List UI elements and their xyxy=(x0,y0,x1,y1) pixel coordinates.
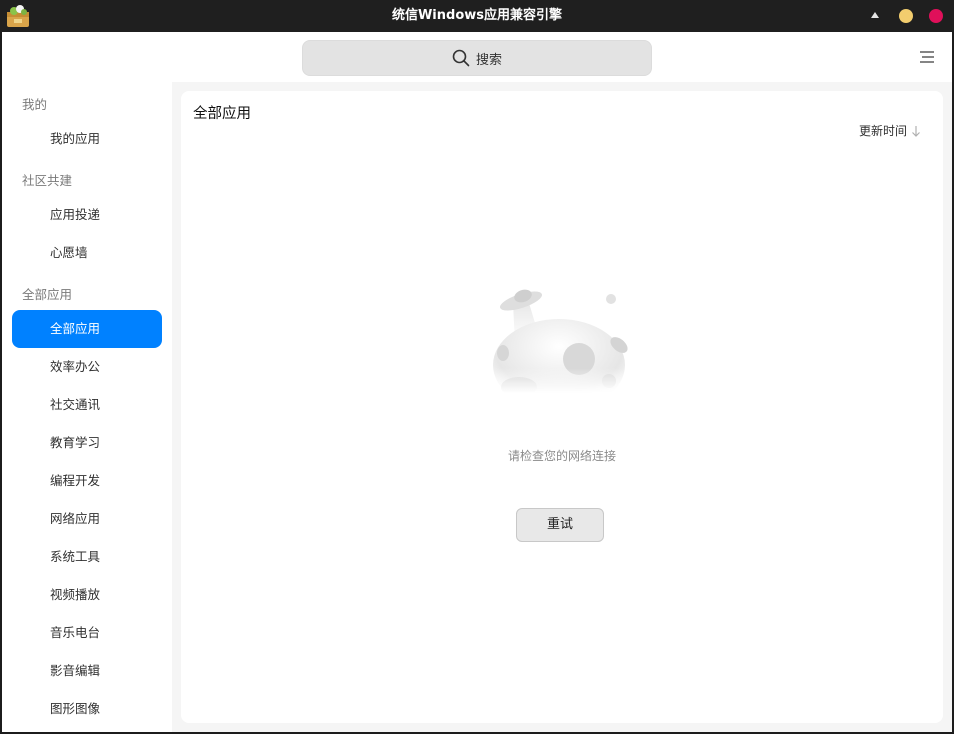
search-icon xyxy=(452,49,470,67)
no-network-illustration-icon xyxy=(489,289,639,393)
sidebar-item-system-tools[interactable]: 系统工具 xyxy=(12,538,162,576)
sort-by-update-time[interactable]: 更新时间 xyxy=(859,122,921,139)
window-menu-icon[interactable] xyxy=(871,12,879,18)
sidebar-item-video[interactable]: 视频播放 xyxy=(12,576,162,614)
sidebar-item-network[interactable]: 网络应用 xyxy=(12,500,162,538)
title-bar[interactable]: 统信Windows应用兼容引擎 xyxy=(0,0,954,32)
app-window: 统信Windows应用兼容引擎 搜索 我的 我的应用 社区共建 应用投递 心愿墙… xyxy=(0,0,954,734)
sidebar-item-office[interactable]: 效率办公 xyxy=(12,348,162,386)
group-title-all-apps: 全部应用 xyxy=(22,287,73,302)
sidebar-item-av-edit[interactable]: 影音编辑 xyxy=(12,652,162,690)
sidebar-item-wishlist[interactable]: 心愿墙 xyxy=(12,234,162,272)
retry-button[interactable]: 重试 xyxy=(516,508,604,542)
sidebar: 我的 我的应用 社区共建 应用投递 心愿墙 全部应用 全部应用 效率办公 社交通… xyxy=(2,82,172,732)
sidebar-item-social[interactable]: 社交通讯 xyxy=(12,386,162,424)
sidebar-item-all-apps[interactable]: 全部应用 xyxy=(12,310,162,348)
sidebar-item-graphics[interactable]: 图形图像 xyxy=(12,690,162,728)
group-title-mine: 我的 xyxy=(22,97,48,112)
page-title: 全部应用 xyxy=(193,106,251,122)
sort-label: 更新时间 xyxy=(859,124,908,138)
network-error-message: 请检查您的网络连接 xyxy=(507,449,616,463)
sidebar-item-my-apps[interactable]: 我的应用 xyxy=(12,120,162,158)
sidebar-item-music[interactable]: 音乐电台 xyxy=(12,614,162,652)
arrow-down-icon xyxy=(912,125,920,137)
sidebar-item-app-submit[interactable]: 应用投递 xyxy=(12,196,162,234)
sidebar-item-programming[interactable]: 编程开发 xyxy=(12,462,162,500)
top-bar: 搜索 xyxy=(2,32,952,82)
search-input[interactable]: 搜索 xyxy=(302,40,652,76)
search-placeholder: 搜索 xyxy=(475,52,502,68)
hamburger-menu-icon[interactable] xyxy=(920,51,934,63)
close-button[interactable] xyxy=(929,9,943,23)
window-title: 统信Windows应用兼容引擎 xyxy=(391,8,563,23)
main-panel: 全部应用 更新时间 请检查您的网络连接 重试 xyxy=(181,91,943,723)
group-title-community: 社区共建 xyxy=(22,173,73,188)
minimize-button[interactable] xyxy=(899,9,913,23)
client-area: 搜索 我的 我的应用 社区共建 应用投递 心愿墙 全部应用 全部应用 效率办公 … xyxy=(2,32,952,732)
sidebar-item-education[interactable]: 教育学习 xyxy=(12,424,162,462)
